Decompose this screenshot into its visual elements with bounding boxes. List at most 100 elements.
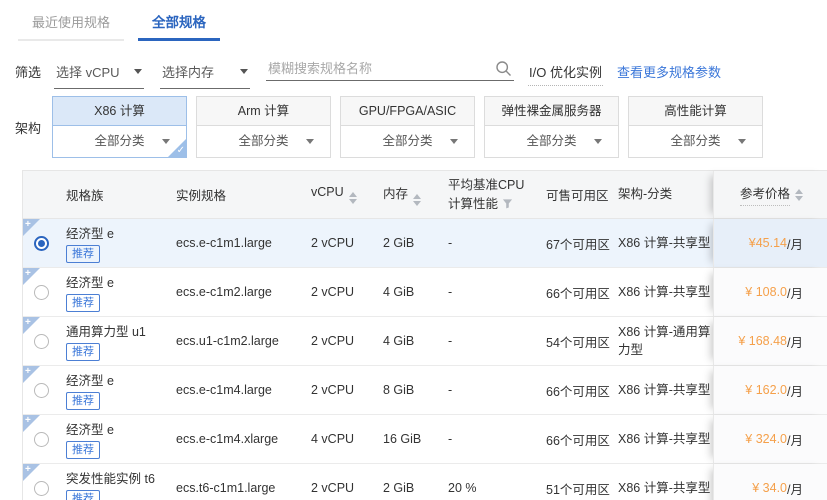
- arch-card-arm[interactable]: Arm 计算 全部分类: [196, 96, 331, 158]
- row-radio[interactable]: [33, 480, 49, 496]
- arch-card-title[interactable]: GPU/FPGA/ASIC: [341, 97, 474, 126]
- table-row[interactable]: + 经济型 e 推荐 ecs.e-c1m2.large 2 vCPU 4 GiB…: [23, 268, 827, 317]
- table-row[interactable]: + 经济型 e 推荐 ecs.e-c1m1.large 2 vCPU 2 GiB…: [23, 219, 827, 268]
- family-name: 经济型 e: [66, 227, 114, 241]
- category-select[interactable]: 全部分类: [341, 126, 474, 157]
- arch-category: X86 计算-共享型: [618, 284, 711, 299]
- family-name: 突发性能实例 t6: [66, 472, 155, 486]
- performance-value: -: [448, 432, 453, 446]
- row-radio[interactable]: [33, 431, 49, 447]
- instance-spec: ecs.e-c1m2.large: [176, 285, 272, 299]
- table-row[interactable]: + 经济型 e 推荐 ecs.e-c1m4.large 2 vCPU 8 GiB…: [23, 366, 827, 415]
- memory-select[interactable]: 选择内存: [160, 60, 251, 89]
- zones-link[interactable]: 67个可用区: [546, 237, 610, 253]
- zones-link[interactable]: 66个可用区: [546, 384, 610, 400]
- performance-value: -: [448, 285, 453, 299]
- col-header-vcpu[interactable]: vCPU: [291, 185, 361, 204]
- col-header-memory[interactable]: 内存: [361, 183, 431, 206]
- memory-value: 4 GiB: [383, 285, 415, 299]
- memory-value: 4 GiB: [383, 334, 415, 348]
- plus-icon: +: [25, 415, 31, 426]
- search-icon[interactable]: [495, 60, 512, 77]
- performance-value: 20 %: [448, 481, 477, 495]
- arch-card-hpc[interactable]: 高性能计算 全部分类: [628, 96, 763, 158]
- row-radio[interactable]: [33, 382, 49, 398]
- memory-value: 2 GiB: [383, 481, 415, 495]
- spec-search-input[interactable]: [268, 61, 496, 76]
- recommend-badge: 推荐: [66, 392, 100, 410]
- tab-recent-specs[interactable]: 最近使用规格: [18, 8, 125, 41]
- price-value: ¥ 162.0: [745, 383, 788, 397]
- vcpu-value: 2 vCPU: [311, 334, 355, 348]
- instance-spec: ecs.e-c1m4.xlarge: [176, 432, 279, 446]
- col-header-family: 规格族: [59, 185, 163, 204]
- table-row[interactable]: + 突发性能实例 t6 推荐 ecs.t6-c1m1.large 2 vCPU …: [23, 464, 827, 500]
- chevron-down-icon: [134, 69, 143, 74]
- io-optimized-label[interactable]: I/O 优化实例: [528, 60, 603, 86]
- instance-spec: ecs.e-c1m4.large: [176, 383, 272, 397]
- row-radio[interactable]: [33, 284, 49, 300]
- price-value: ¥45.14: [748, 236, 788, 250]
- more-spec-params-link[interactable]: 查看更多规格参数: [617, 60, 721, 81]
- tab-all-specs[interactable]: 全部规格: [138, 8, 221, 41]
- zones-link[interactable]: 54个可用区: [546, 335, 610, 351]
- arch-card-baremetal[interactable]: 弹性裸金属服务器 全部分类: [484, 96, 619, 158]
- col-header-price[interactable]: 参考价格: [713, 171, 827, 218]
- category-select[interactable]: 全部分类: [197, 126, 330, 157]
- instance-spec: ecs.u1-c1m2.large: [176, 334, 279, 348]
- chevron-down-icon: [306, 139, 314, 144]
- zones-link[interactable]: 66个可用区: [546, 286, 610, 302]
- arch-card-title[interactable]: Arm 计算: [197, 97, 330, 126]
- memory-select-value: 选择内存: [162, 65, 215, 80]
- chevron-down-icon: [738, 139, 746, 144]
- row-radio[interactable]: [33, 235, 49, 251]
- price-value: ¥ 34.0: [752, 481, 788, 495]
- memory-value: 8 GiB: [383, 383, 415, 397]
- col-header-performance[interactable]: 平均基准CPU 计算性能: [431, 176, 534, 214]
- performance-value: -: [448, 236, 453, 250]
- spec-search-box: [266, 60, 515, 81]
- vcpu-select-value: 选择 vCPU: [56, 65, 120, 80]
- performance-value: -: [448, 334, 453, 348]
- architecture-row: 架构 X86 计算 全部分类 ✓ Arm 计算 全部分类 GPU/FPGA/AS…: [15, 96, 772, 158]
- price-value: ¥ 324.0: [745, 432, 788, 446]
- recommend-badge: 推荐: [66, 245, 100, 263]
- zones-link[interactable]: 66个可用区: [546, 433, 610, 449]
- family-name: 经济型 e: [66, 276, 114, 290]
- category-select-value: 全部分类: [238, 134, 289, 148]
- architecture-label: 架构: [15, 120, 42, 136]
- table-header-row: 规格族 实例规格 vCPU 内存 平均基准CPU 计算性能 可售可用区 架构-分…: [23, 171, 827, 219]
- plus-icon: +: [25, 219, 31, 230]
- sort-icon[interactable]: [348, 192, 357, 204]
- arch-category: X86 计算-共享型: [618, 431, 711, 446]
- col-header-instance: 实例规格: [176, 189, 227, 203]
- category-select[interactable]: 全部分类: [485, 126, 618, 157]
- chevron-down-icon: [594, 139, 602, 144]
- vcpu-value: 2 vCPU: [311, 285, 355, 299]
- category-select-value: 全部分类: [382, 134, 433, 148]
- category-select[interactable]: 全部分类: [629, 126, 762, 157]
- table-row[interactable]: + 通用算力型 u1 推荐 ecs.u1-c1m2.large 2 vCPU 4…: [23, 317, 827, 366]
- vcpu-select[interactable]: 选择 vCPU: [54, 60, 145, 89]
- family-name: 经济型 e: [66, 374, 114, 388]
- row-radio[interactable]: [33, 333, 49, 349]
- instance-spec: ecs.e-c1m1.large: [176, 236, 272, 250]
- arch-card-x86[interactable]: X86 计算 全部分类 ✓: [52, 96, 187, 158]
- arch-card-title[interactable]: 弹性裸金属服务器: [485, 97, 618, 126]
- sort-icon[interactable]: [795, 188, 803, 201]
- table-row[interactable]: + 经济型 e 推荐 ecs.e-c1m4.xlarge 4 vCPU 16 G…: [23, 415, 827, 464]
- chevron-down-icon: [450, 139, 458, 144]
- arch-card-title[interactable]: 高性能计算: [629, 97, 762, 126]
- vcpu-value: 2 vCPU: [311, 236, 355, 250]
- filter-icon[interactable]: [502, 198, 513, 209]
- arch-card-title[interactable]: X86 计算: [53, 97, 186, 126]
- plus-icon: +: [25, 268, 31, 279]
- col-header-zones: 可售可用区: [546, 189, 609, 203]
- price-unit: /月: [787, 286, 803, 301]
- price-unit: /月: [787, 237, 803, 252]
- sort-icon[interactable]: [413, 194, 422, 206]
- arch-card-gpu-fpga-asic[interactable]: GPU/FPGA/ASIC 全部分类: [340, 96, 475, 158]
- vcpu-value: 4 vCPU: [311, 432, 355, 446]
- memory-value: 2 GiB: [383, 236, 415, 250]
- zones-link[interactable]: 51个可用区: [546, 482, 610, 498]
